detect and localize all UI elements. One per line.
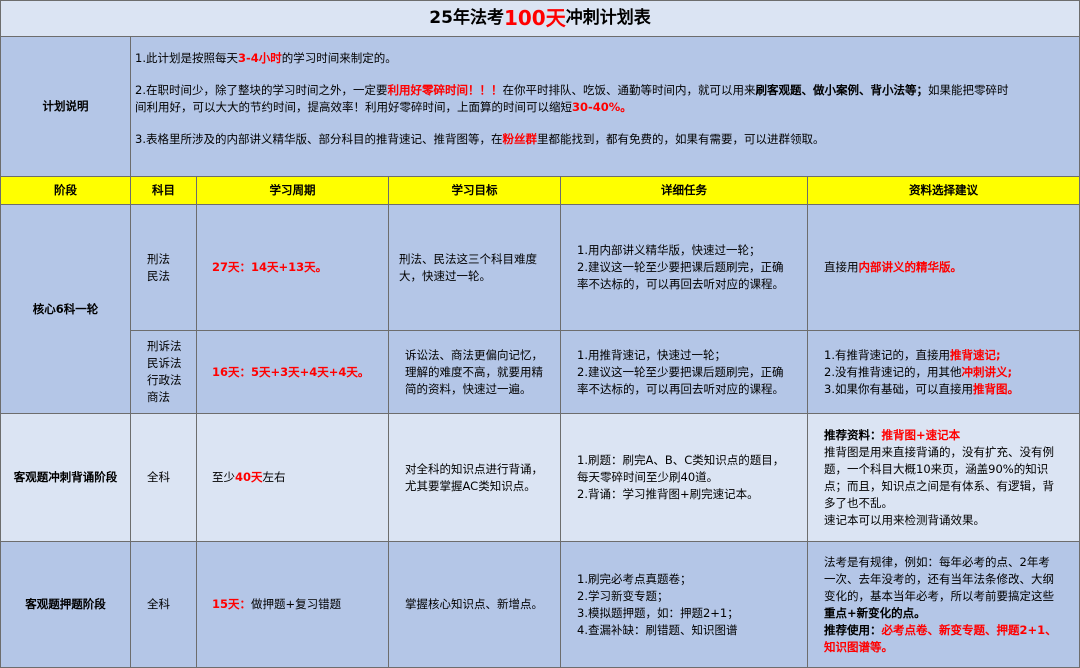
row1-period: 27天：14天+13天。 (197, 205, 389, 331)
title-prefix: 25年法考 (429, 8, 504, 28)
stage-memorize: 客观题冲刺背诵阶段 (0, 414, 131, 542)
plan-point-2: 2.在职时间少，除了整块的学习时间之外，一定要利用好零碎时间！！！在你平时排队、… (135, 83, 1009, 97)
row4-subject: 全科 (131, 542, 197, 668)
row2-subjects: 刑诉法 民诉法 行政法 商法 (131, 331, 197, 414)
row4-advice: 法考是有规律，例如：每年必考的点、2年考 一次、去年没考的，还有当年法条修改、大… (808, 542, 1080, 668)
plan-point-3: 3.表格里所涉及的内部讲义精华版、部分科目的推背速记、推背图等，在粉丝群里都能找… (135, 132, 825, 146)
plan-point-1: 1.此计划是按照每天3-4小时的学习时间来制定的。 (135, 51, 397, 65)
row3-period: 至少40天左右 (197, 414, 389, 542)
row3-advice: 推荐资料：推背图+速记本 推背图是用来直接背诵的，没有扩充、没有例 题，一个科目… (808, 414, 1080, 542)
header-goal: 学习目标 (389, 177, 561, 205)
title-suffix: 冲刺计划表 (565, 8, 651, 28)
row4-tasks: 1.刷完必考点真题卷； 2.学习新变专题； 3.模拟题押题，如：押题2+1； 4.查漏… (561, 542, 808, 668)
row3-subject: 全科 (131, 414, 197, 542)
plan-point-2-cont: 间利用好，可以大大的节约时间，提高效率！利用好零碎时间，上面算的时间可以缩短30… (135, 100, 632, 114)
header-subject: 科目 (131, 177, 197, 205)
row1-advice: 直接用内部讲义的精华版。 (808, 205, 1080, 331)
row3-goal: 对全科的知识点进行背诵， 尤其要掌握AC类知识点。 (389, 414, 561, 542)
row2-advice: 1.有推背速记的，直接用推背速记; 2.没有推背速记的，用其他冲刺讲义; 3.如… (808, 331, 1080, 414)
header-stage: 阶段 (0, 177, 131, 205)
plan-label: 计划说明 (0, 37, 131, 177)
row2-period: 16天：5天+3天+4天+4天。 (197, 331, 389, 414)
stage-core-six: 核心6科一轮 (0, 205, 131, 414)
row2-goal: 诉讼法、商法更偏向记忆， 理解的难度不高，就要用精 简的资料，快速过一遍。 (389, 331, 561, 414)
header-advice: 资料选择建议 (808, 177, 1080, 205)
row4-period: 15天：做押题+复习错题 (197, 542, 389, 668)
header-period: 学习周期 (197, 177, 389, 205)
plan-table: 25年法考 100天 冲刺计划表 计划说明 1.此计划是按照每天3-4小时的学习时间… (0, 0, 1080, 668)
table-title: 25年法考 100天 冲刺计划表 (0, 0, 1080, 37)
stage-prediction: 客观题押题阶段 (0, 542, 131, 668)
title-highlight: 100天 (503, 6, 566, 30)
row1-tasks: 1.用内部讲义精华版，快速过一轮； 2.建议这一轮至少要把课后题刷完，正确 率不达标… (561, 205, 808, 331)
row1-subjects: 刑法 民法 (131, 205, 197, 331)
row2-tasks: 1.用推背速记，快速过一轮； 2.建议这一轮至少要把课后题刷完，正确 率不达标的，可… (561, 331, 808, 414)
row4-goal: 掌握核心知识点、新增点。 (389, 542, 561, 668)
header-tasks: 详细任务 (561, 177, 808, 205)
plan-description: 1.此计划是按照每天3-4小时的学习时间来制定的。 2.在职时间少，除了整块的学… (131, 37, 1080, 177)
row1-goal: 刑法、民法这三个科目难度 大，快速过一轮。 (389, 205, 561, 331)
row3-tasks: 1.刷题：刷完A、B、C类知识点的题目， 每天零碎时间至少刷40道。 2.背诵：学习… (561, 414, 808, 542)
